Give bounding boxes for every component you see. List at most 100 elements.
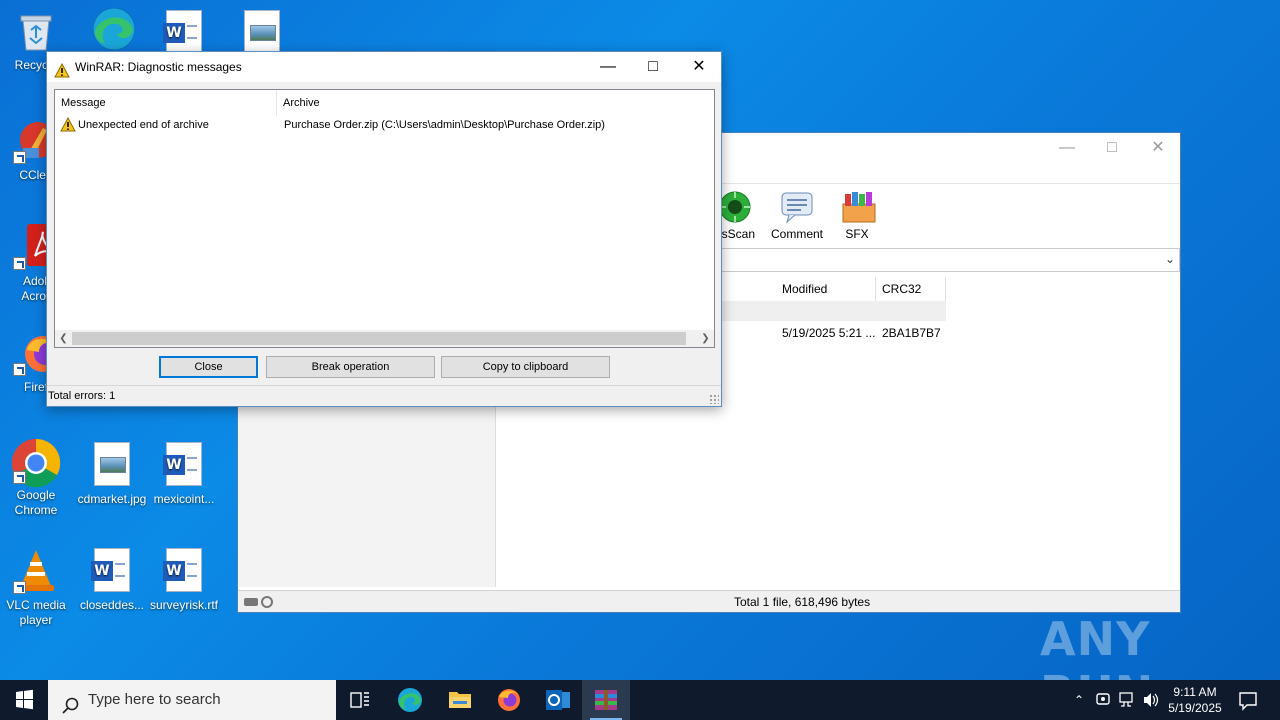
taskbar-edge[interactable]	[386, 680, 434, 720]
clock-date: 5/19/2025	[1168, 701, 1222, 715]
desktop-icon-word-doc-top[interactable]: W	[148, 10, 220, 54]
desktop-icon-google-chrome[interactable]: Google Chrome	[0, 438, 72, 518]
break-operation-button[interactable]: Break operation	[266, 356, 435, 378]
column-header-label: Modified	[782, 282, 828, 296]
image-file-icon	[244, 10, 280, 54]
column-header-modified[interactable]: Modified	[776, 277, 876, 301]
diagnostic-message-list[interactable]: Message Archive Unexpected end of archiv…	[54, 89, 715, 348]
message-row[interactable]: Unexpected end of archive Purchase Order…	[55, 114, 714, 136]
firefox-icon	[498, 689, 520, 711]
column-header-label: Message	[61, 97, 106, 109]
close-button[interactable]: Close	[159, 356, 258, 378]
sfx-label: SFX	[845, 227, 869, 241]
file-modified-value: 5/19/2025 5:21 ...	[782, 326, 876, 340]
shortcut-arrow-icon	[13, 471, 26, 484]
parent-folder-row[interactable]	[722, 301, 946, 321]
minimize-button[interactable]: —	[1044, 133, 1090, 163]
vlc-icon	[13, 548, 59, 594]
comment-label: Comment	[770, 227, 823, 241]
dialog-minimize-button[interactable]: —	[585, 52, 631, 82]
key-icon	[261, 596, 273, 608]
taskbar-firefox[interactable]	[485, 680, 533, 720]
taskbar-search-box[interactable]: Type here to search	[48, 680, 336, 720]
desktop-icon-label: VLC media player	[6, 598, 66, 627]
task-view-icon	[350, 692, 369, 708]
column-header-crc32[interactable]: CRC32	[876, 277, 946, 301]
scroll-right-icon[interactable]: ❯	[697, 330, 714, 347]
chrome-icon	[11, 438, 61, 488]
task-view-button[interactable]	[336, 680, 384, 720]
warning-icon	[60, 116, 76, 140]
search-placeholder: Type here to search	[88, 691, 221, 708]
message-text: Unexpected end of archive	[78, 119, 209, 131]
word-document-icon: W	[161, 442, 207, 488]
windows-logo-icon	[16, 689, 33, 710]
dialog-status-bar: Total errors: 1	[47, 385, 721, 406]
horizontal-scrollbar[interactable]: ❮ ❯	[55, 330, 714, 347]
comment-button[interactable]: Comment	[766, 190, 828, 241]
desktop-icon-closeddes[interactable]: W closeddes...	[76, 548, 148, 613]
taskbar-clock[interactable]: 9:11 AM 5/19/2025	[1160, 684, 1230, 716]
word-document-icon: W	[161, 548, 207, 594]
desktop-icon-label: surveyrisk.rtf	[149, 598, 218, 612]
shortcut-arrow-icon	[13, 257, 26, 270]
image-file-icon	[89, 442, 135, 488]
tray-chevron-up-icon[interactable]: ⌃	[1070, 680, 1088, 720]
resize-grip-icon[interactable]	[709, 394, 719, 404]
file-crc-cell[interactable]: 2BA1B7B7	[876, 323, 941, 343]
file-crc-value: 2BA1B7B7	[882, 326, 941, 340]
copy-to-clipboard-button[interactable]: Copy to clipboard	[441, 356, 610, 378]
recycle-bin-icon	[13, 8, 59, 54]
shortcut-arrow-icon	[13, 363, 26, 376]
desktop-icon-label: cdmarket.jpg	[77, 492, 147, 506]
desktop-icon-cdmarket-jpg[interactable]: cdmarket.jpg	[76, 442, 148, 507]
desktop-icon-surveyrisk-rtf[interactable]: W surveyrisk.rtf	[148, 548, 220, 613]
taskbar-winrar[interactable]	[582, 680, 630, 720]
clock-time: 9:11 AM	[1173, 685, 1217, 699]
dialog-close-button[interactable]: ✕	[676, 52, 722, 82]
maximize-button[interactable]: □	[1089, 133, 1135, 163]
desktop-icon-label: mexicoint...	[153, 492, 215, 506]
file-modified-cell[interactable]: 5/19/2025 5:21 ...	[776, 323, 875, 343]
edge-icon	[89, 6, 136, 52]
tray-device-icon[interactable]	[1094, 680, 1112, 720]
scrollbar-thumb[interactable]	[72, 332, 686, 345]
archive-summary-text: Total 1 file, 618,496 bytes	[734, 595, 871, 609]
taskbar-outlook[interactable]	[534, 680, 582, 720]
column-header-label: Archive	[283, 97, 320, 109]
drive-icon	[244, 598, 258, 606]
desktop-icon-mexicoint[interactable]: W mexicoint...	[148, 442, 220, 507]
close-button[interactable]: ✕	[1135, 133, 1181, 163]
word-document-icon: W	[89, 548, 135, 594]
dialog-maximize-button[interactable]: □	[630, 52, 676, 82]
taskbar-file-explorer[interactable]	[436, 680, 484, 720]
desktop-icon-label: Google Chrome	[14, 488, 58, 517]
start-button[interactable]	[0, 680, 48, 720]
diagnostic-messages-dialog[interactable]: WinRAR: Diagnostic messages — □ ✕ Messag…	[46, 51, 722, 407]
column-header-message[interactable]: Message	[55, 90, 277, 116]
desktop-icon-vlc[interactable]: VLC media player	[0, 548, 72, 628]
chevron-down-icon[interactable]: ⌄	[1165, 252, 1175, 266]
main-status-bar: Total 1 file, 618,496 bytes	[238, 590, 1180, 612]
winrar-icon	[595, 690, 617, 710]
desktop-icon-edge[interactable]	[76, 6, 148, 56]
outlook-icon	[546, 690, 570, 710]
tray-volume-icon[interactable]	[1142, 680, 1160, 720]
notification-center-icon[interactable]	[1236, 680, 1260, 720]
taskbar: Type here to search ⌃ 9:11 AM 5/19/2025	[0, 680, 1280, 720]
column-header-archive[interactable]: Archive	[277, 90, 714, 116]
desktop-icon-label: Firef	[24, 380, 48, 394]
desktop-icon-label: closeddes...	[79, 598, 145, 612]
sfx-icon	[839, 190, 876, 224]
tray-network-icon[interactable]	[1118, 680, 1136, 720]
edge-icon	[398, 688, 422, 712]
folder-icon	[449, 692, 471, 708]
dialog-titlebar[interactable]: WinRAR: Diagnostic messages — □ ✕	[47, 52, 721, 82]
scroll-left-icon[interactable]: ❮	[55, 330, 72, 347]
sfx-button[interactable]: SFX	[826, 190, 888, 241]
shortcut-arrow-icon	[13, 581, 26, 594]
virus-scan-icon	[717, 190, 753, 224]
column-header-label: CRC32	[882, 282, 922, 296]
shortcut-arrow-icon	[13, 151, 26, 164]
desktop-icon-image-top[interactable]	[226, 10, 298, 54]
